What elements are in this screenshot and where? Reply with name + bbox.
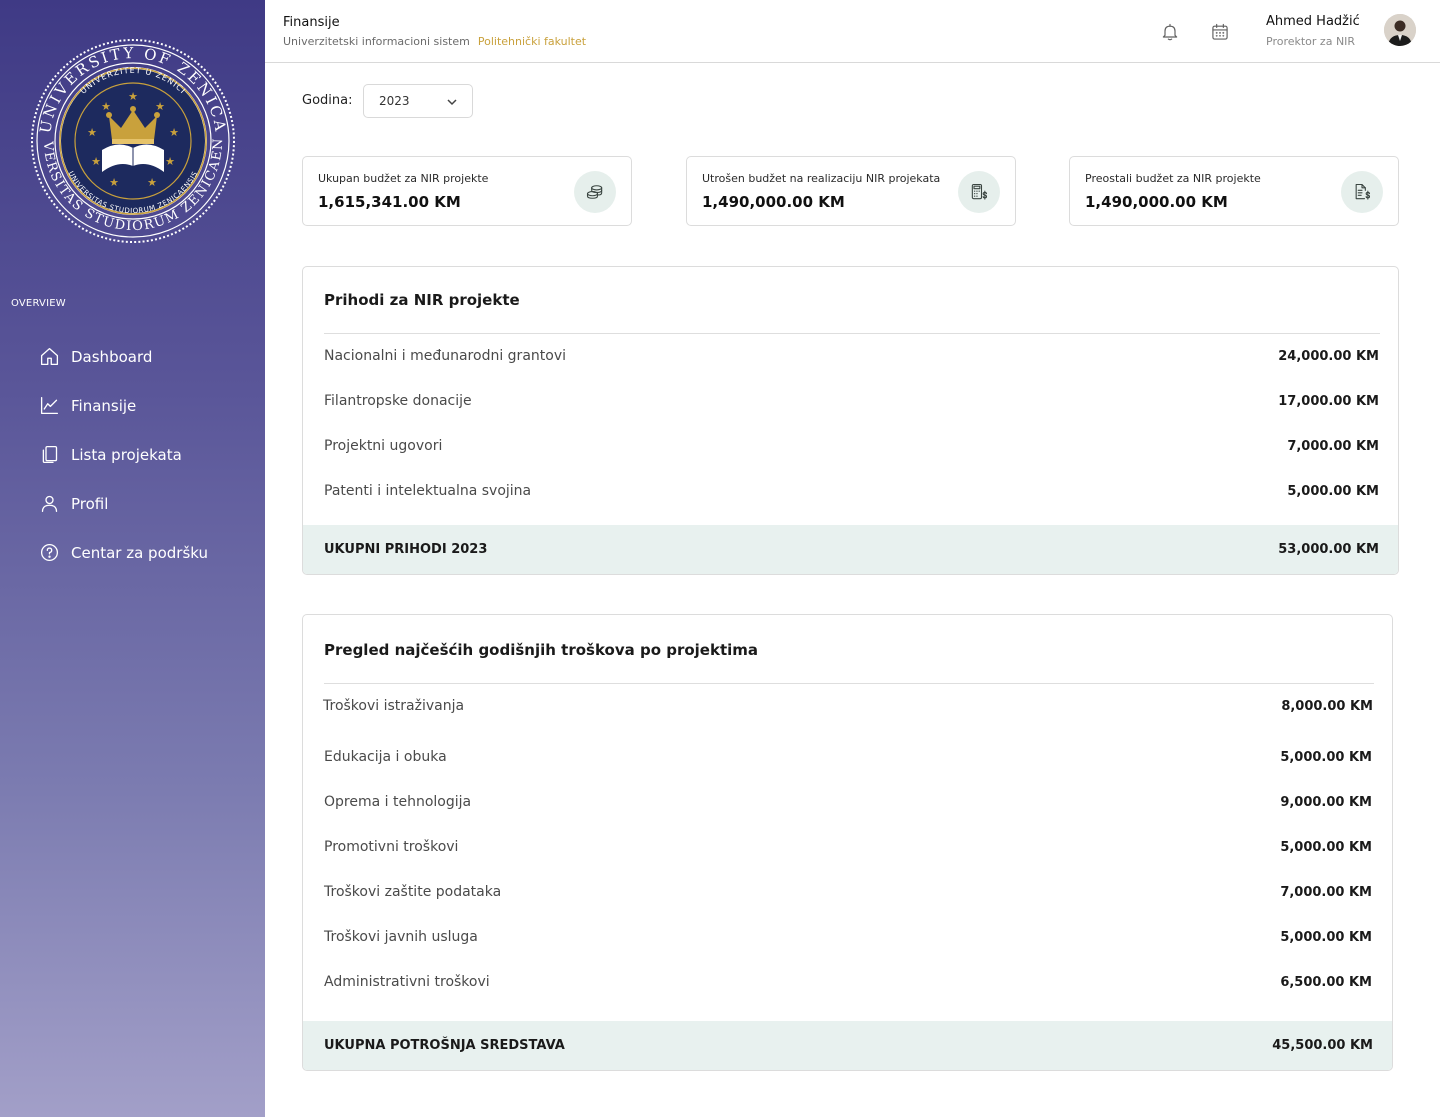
income-name: Filantropske donacije [324, 393, 472, 409]
calendar-icon[interactable] [1208, 20, 1232, 44]
stat-card-spent-budget: Utrošen budžet na realizaciju NIR projek… [686, 156, 1016, 226]
nav-item-dashboard[interactable]: Dashboard [38, 332, 258, 381]
documents-icon [38, 444, 60, 466]
cost-name: Administrativni troškovi [324, 974, 490, 990]
income-amount: 5,000.00 KM [1287, 483, 1379, 499]
cost-amount: 8,000.00 KM [1281, 698, 1373, 714]
income-name: Projektni ugovori [324, 438, 443, 454]
stat-card-total-budget: Ukupan budžet za NIR projekte 1,615,341.… [302, 156, 632, 226]
svg-text:★: ★ [155, 100, 165, 113]
list-item: Filantropske donacije 17,000.00 KM [324, 390, 1379, 412]
svg-text:★: ★ [147, 176, 157, 189]
svg-text:★: ★ [165, 155, 175, 168]
nav-item-centar-za-podrsku[interactable]: Centar za podršku [38, 528, 258, 577]
list-item: Edukacija i obuka 5,000.00 KM [324, 746, 1372, 768]
breadcrumb: Univerzitetski informacioni sistem Polite… [283, 35, 586, 48]
panel-title: Prihodi za NIR projekte [324, 291, 520, 309]
income-amount: 17,000.00 KM [1278, 393, 1379, 409]
list-item: Troškovi istraživanja 8,000.00 KM [323, 695, 1373, 717]
svg-text:★: ★ [87, 126, 97, 139]
chevron-down-icon [447, 99, 457, 106]
stat-card-remaining-budget: Preostali budžet za NIR projekte 1,490,0… [1069, 156, 1399, 226]
stat-label: Utrošen budžet na realizaciju NIR projek… [702, 172, 941, 185]
list-item: Promotivni troškovi 5,000.00 KM [324, 836, 1372, 858]
list-item: Projektni ugovori 7,000.00 KM [324, 435, 1379, 457]
coins-icon [574, 171, 616, 213]
cost-name: Troškovi zaštite podataka [324, 884, 502, 900]
svg-text:★: ★ [101, 100, 111, 113]
cost-name: Oprema i tehnologija [324, 794, 472, 810]
cost-name: Edukacija i obuka [324, 749, 447, 765]
nav-item-label: Lista projekata [71, 445, 182, 464]
divider [324, 683, 1374, 684]
cost-amount: 5,000.00 KM [1280, 839, 1372, 855]
top-header: Finansije Univerzitetski informacioni si… [265, 0, 1440, 63]
avatar[interactable] [1384, 14, 1416, 46]
cost-name: Troškovi javnih usluga [324, 929, 478, 945]
cost-amount: 7,000.00 KM [1280, 884, 1372, 900]
income-name: Patenti i intelektualna svojina [324, 483, 532, 499]
total-amount: 53,000.00 KM [1278, 542, 1379, 557]
income-amount: 7,000.00 KM [1287, 438, 1379, 454]
stat-label: Ukupan budžet za NIR projekte [318, 172, 489, 185]
nav-item-lista-projekata[interactable]: Lista projekata [38, 430, 258, 479]
income-total-row: UKUPNI PRIHODI 2023 53,000.00 KM [303, 525, 1398, 574]
year-select-value: 2023 [379, 94, 410, 108]
document-dollar-icon [1341, 171, 1383, 213]
main-nav: Dashboard Finansije Lista projekata Prof… [38, 332, 258, 577]
svg-text:★: ★ [169, 126, 179, 139]
income-name: Nacionalni i međunarodni grantovi [324, 348, 566, 364]
costs-panel: Pregled najčešćih godišnjih troškova po … [302, 614, 1393, 1071]
total-label: UKUPNI PRIHODI 2023 [324, 542, 488, 557]
cost-amount: 5,000.00 KM [1280, 929, 1372, 945]
total-amount: 45,500.00 KM [1272, 1038, 1373, 1053]
svg-text:★: ★ [91, 155, 101, 168]
panel-title: Pregled najčešćih godišnjih troškova po … [324, 641, 759, 659]
svg-text:★: ★ [109, 176, 119, 189]
list-item: Nacionalni i međunarodni grantovi 24,000… [324, 345, 1379, 367]
user-icon [38, 493, 60, 515]
nav-item-label: Centar za podršku [71, 543, 208, 562]
user-name: Ahmed Hadžić [1266, 14, 1360, 29]
cost-name: Troškovi istraživanja [323, 698, 465, 714]
total-label: UKUPNA POTROŠNJA SREDSTAVA [324, 1038, 565, 1053]
costs-total-row: UKUPNA POTROŠNJA SREDSTAVA 45,500.00 KM [303, 1021, 1392, 1070]
nav-item-finansije[interactable]: Finansije [38, 381, 258, 430]
faculty-name[interactable]: Politehnički fakultet [478, 35, 586, 48]
stat-value: 1,490,000.00 KM [702, 193, 845, 211]
income-panel: Prihodi za NIR projekte Nacionalni i međ… [302, 266, 1399, 575]
calculator-dollar-icon [958, 171, 1000, 213]
stat-value: 1,615,341.00 KM [318, 193, 461, 211]
cost-name: Promotivni troškovi [324, 839, 459, 855]
year-select[interactable]: 2023 [363, 84, 473, 118]
user-role: Prorektor za NIR [1266, 35, 1356, 48]
stat-value: 1,490,000.00 KM [1085, 193, 1228, 211]
list-item: Troškovi javnih usluga 5,000.00 KM [324, 926, 1372, 948]
nav-section-label: OVERVIEW [11, 298, 66, 309]
list-item: Patenti i intelektualna svojina 5,000.00… [324, 480, 1379, 502]
system-name: Univerzitetski informacioni sistem [283, 35, 470, 48]
nav-item-label: Finansije [71, 396, 137, 415]
sidebar: UNIVERSITY OF ZENICA UNIVERSITAS STUDIOR… [0, 0, 265, 1117]
cost-amount: 6,500.00 KM [1280, 974, 1372, 990]
cost-amount: 9,000.00 KM [1280, 794, 1372, 810]
bell-icon[interactable] [1158, 20, 1182, 44]
income-amount: 24,000.00 KM [1278, 348, 1379, 364]
list-item: Administrativni troškovi 6,500.00 KM [324, 971, 1372, 993]
chart-line-icon [38, 395, 60, 417]
nav-item-label: Profil [71, 494, 109, 513]
divider [324, 333, 1380, 334]
home-icon [38, 346, 60, 368]
page-title: Finansije [283, 15, 340, 30]
year-label: Godina: [302, 93, 353, 108]
cost-amount: 5,000.00 KM [1280, 749, 1372, 765]
nav-item-profil[interactable]: Profil [38, 479, 258, 528]
help-circle-icon [38, 542, 60, 564]
svg-text:★: ★ [128, 90, 138, 103]
stat-label: Preostali budžet za NIR projekte [1085, 172, 1261, 185]
university-seal-logo[interactable]: UNIVERSITY OF ZENICA UNIVERSITAS STUDIOR… [24, 27, 236, 244]
nav-item-label: Dashboard [71, 347, 153, 366]
list-item: Troškovi zaštite podataka 7,000.00 KM [324, 881, 1372, 903]
list-item: Oprema i tehnologija 9,000.00 KM [324, 791, 1372, 813]
